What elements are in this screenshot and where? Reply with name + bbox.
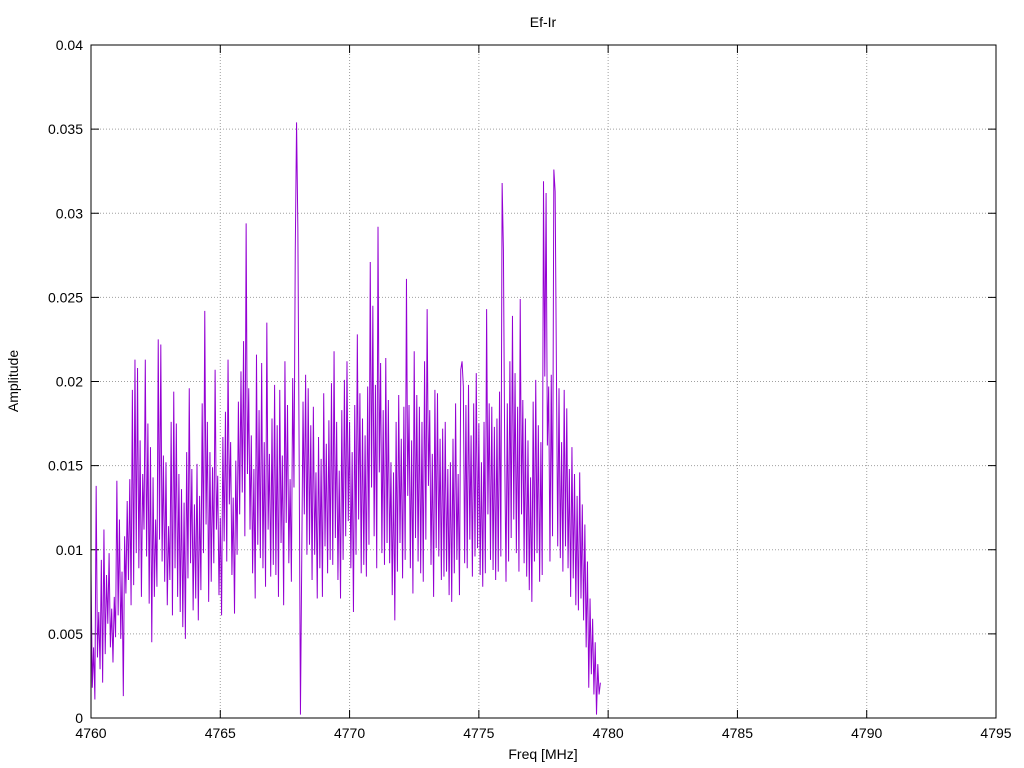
axis-ticks: 4760 4765 4770 4775 4780 4785 4790 4795 0 0.005 0.… — [48, 37, 1012, 741]
chart-title: Ef-Ir — [530, 14, 557, 30]
series-layer — [90, 122, 601, 715]
x-tick-label: 4790 — [851, 725, 882, 741]
y-tick-label: 0.025 — [48, 289, 83, 305]
chart-svg: 4760 4765 4770 4775 4780 4785 4790 4795 0 0.005 0.… — [5, 14, 1012, 762]
y-tick-label: 0 — [75, 710, 83, 726]
y-tick-label: 0.03 — [56, 205, 83, 221]
y-tick-label: 0.02 — [56, 374, 83, 390]
x-tick-label: 4775 — [463, 725, 494, 741]
x-tick-label: 4785 — [722, 725, 753, 741]
series-line-0 — [90, 122, 601, 715]
grid — [91, 45, 996, 718]
y-tick-label: 0.01 — [56, 542, 83, 558]
x-tick-label: 4765 — [205, 725, 236, 741]
y-tick-label: 0.04 — [56, 37, 83, 53]
x-axis-label: Freq [MHz] — [508, 746, 577, 762]
y-tick-label: 0.015 — [48, 458, 83, 474]
y-tick-label: 0.035 — [48, 121, 83, 137]
y-axis-label: Amplitude — [5, 350, 21, 412]
x-tick-label: 4770 — [334, 725, 365, 741]
x-tick-label: 4795 — [980, 725, 1011, 741]
x-tick-label: 4760 — [75, 725, 106, 741]
y-tick-label: 0.005 — [48, 626, 83, 642]
x-tick-label: 4780 — [593, 725, 624, 741]
